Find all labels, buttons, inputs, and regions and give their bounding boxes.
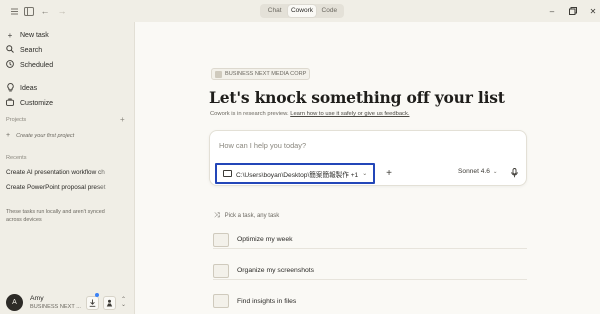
org-badge: BUSINESS NEXT MEDIA CORP xyxy=(211,68,310,80)
sidebar-item-label: Search xyxy=(20,46,43,54)
tab-chat[interactable]: Chat xyxy=(261,5,288,17)
add-project-icon[interactable]: + xyxy=(120,115,125,124)
sidebar-item-label: Ideas xyxy=(20,84,38,92)
account-chevron-icon[interactable]: ⌃ ⌄ xyxy=(121,297,126,308)
menu-icon[interactable] xyxy=(7,4,21,18)
restore-button[interactable] xyxy=(566,4,580,18)
folder-icon xyxy=(223,170,232,177)
notification-dot xyxy=(95,293,99,297)
model-selector[interactable]: Sonnet 4.6 ⌄ xyxy=(458,168,498,175)
sidebar-item-customize[interactable]: Customize xyxy=(0,96,135,110)
user-name[interactable]: Amy xyxy=(30,295,44,302)
minimize-button[interactable]: – xyxy=(545,4,559,18)
sidebar-item-label: Customize xyxy=(20,99,54,107)
plus-icon: + xyxy=(6,132,11,139)
add-attachment-button[interactable]: + xyxy=(383,167,395,179)
calendar-icon xyxy=(213,232,229,247)
agent-status-button[interactable] xyxy=(103,296,116,310)
sidebar-item-label: Scheduled xyxy=(20,61,54,69)
create-project-link[interactable]: + Create your first project xyxy=(6,132,74,139)
clock-icon xyxy=(5,60,15,70)
page-title: Let's knock something off your list xyxy=(209,88,505,107)
files-icon xyxy=(213,294,229,308)
search-icon xyxy=(5,45,15,55)
org-badge-label: BUSINESS NEXT MEDIA CORP xyxy=(225,71,307,77)
recents-heading: Recents xyxy=(6,155,27,161)
task-suggestions-heading: ⤨ Pick a task, any task xyxy=(214,212,280,219)
user-org: BUSINESS NEXT ... xyxy=(30,304,81,310)
sidebar: + New task Search Scheduled Ideas Custom… xyxy=(0,22,135,314)
sidebar-item-ideas[interactable]: Ideas xyxy=(0,81,135,95)
task-suggestion[interactable]: Find insights in files xyxy=(213,292,527,310)
task-suggestion[interactable]: Optimize my week xyxy=(213,231,527,249)
person-icon xyxy=(106,299,113,307)
feedback-link[interactable]: Learn how to use it safely or give us fe… xyxy=(290,111,409,117)
microphone-icon xyxy=(510,167,518,177)
folder-icon xyxy=(213,263,229,278)
microphone-button[interactable] xyxy=(508,166,520,179)
briefcase-icon xyxy=(5,98,15,108)
create-project-label: Create your first project xyxy=(16,132,75,139)
sidebar-item-label: New task xyxy=(20,31,49,39)
local-tasks-note: These tasks run locally and aren't synce… xyxy=(6,209,105,223)
sidebar-item-new-task[interactable]: + New task xyxy=(0,28,135,42)
folder-path: C:\Users\boyan\Desktop\簡案簡報製作 +1 xyxy=(236,171,359,179)
recent-item[interactable]: Create PowerPoint proposal preset xyxy=(6,184,118,191)
subline-text: Cowork is in research preview. xyxy=(210,111,291,117)
recent-item[interactable]: Create AI presentation workflow ch xyxy=(6,169,118,176)
task-suggestion[interactable]: Organize my screenshots xyxy=(213,262,527,280)
lightbulb-icon xyxy=(5,82,15,94)
download-icon xyxy=(89,299,96,307)
chevron-down-icon: ⌄ xyxy=(492,169,498,175)
building-icon xyxy=(215,70,222,78)
plus-icon: + xyxy=(7,30,13,40)
folder-selector[interactable]: C:\Users\boyan\Desktop\簡案簡報製作 +1 ⌄ xyxy=(215,163,375,184)
research-preview-note: Cowork is in research preview. Learn how… xyxy=(210,111,409,117)
back-arrow-icon[interactable]: ← xyxy=(38,4,52,18)
tab-cowork[interactable]: Cowork xyxy=(288,5,316,17)
forward-arrow-icon[interactable]: → xyxy=(55,4,69,18)
shuffle-icon: ⤨ xyxy=(214,212,220,219)
sidebar-item-search[interactable]: Search xyxy=(0,43,135,57)
sidebar-item-scheduled[interactable]: Scheduled xyxy=(0,58,135,72)
mode-switch: Chat Cowork Code xyxy=(260,4,344,18)
projects-heading: Projects xyxy=(6,117,27,123)
tab-code[interactable]: Code xyxy=(316,5,343,17)
avatar[interactable]: A xyxy=(6,294,23,311)
download-button[interactable] xyxy=(86,296,99,310)
chevron-down-icon: ⌄ xyxy=(362,171,368,177)
model-label: Sonnet 4.6 xyxy=(458,168,490,175)
sidebar-toggle-icon[interactable] xyxy=(22,4,36,18)
prompt-input[interactable]: How can I help you today? xyxy=(219,141,306,150)
close-button[interactable]: ✕ xyxy=(586,4,600,18)
title-bar: ← → Chat Cowork Code – ✕ xyxy=(0,0,600,22)
